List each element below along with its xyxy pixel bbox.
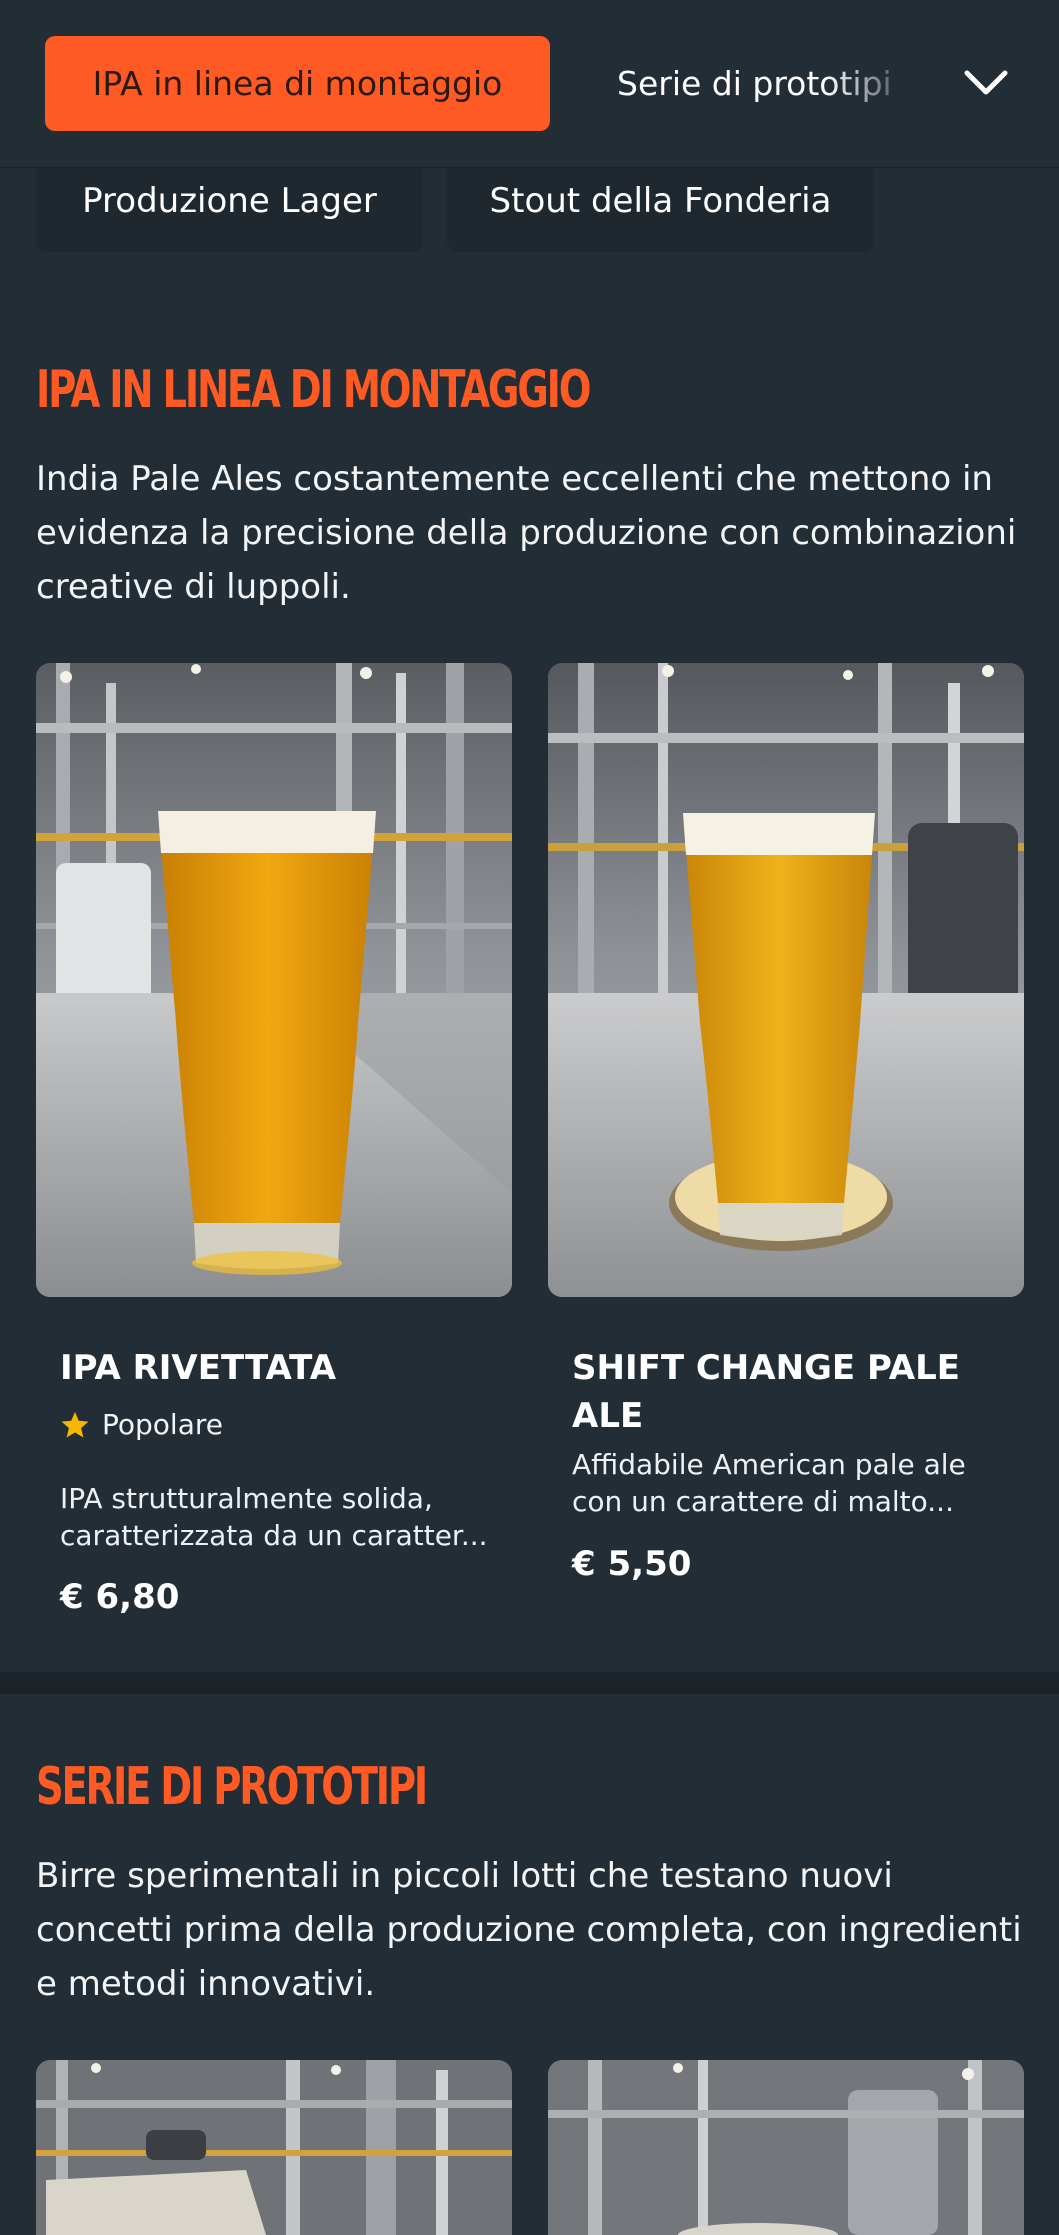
product-image[interactable] [548, 2060, 1024, 2235]
product-image-shift-change-pale-ale[interactable] [548, 663, 1024, 1297]
category-nav-bar: IPA in linea di montaggio Serie di proto… [0, 0, 1059, 168]
product-price: € 6,80 [60, 1577, 180, 1617]
product-name[interactable]: IPA RIVETTATA [60, 1344, 480, 1392]
tab-label: Serie di prototipi [617, 64, 892, 103]
product-description: IPA strutturalmente solida, caratterizza… [60, 1482, 488, 1552]
section-description: India Pale Ales costantemente eccellenti… [36, 459, 1017, 607]
product-name[interactable]: SHIFT CHANGE PALE ALE [572, 1344, 992, 1440]
section-divider [0, 1672, 1059, 1694]
section-description: Birre sperimentali in piccoli lotti che … [36, 1856, 1022, 2004]
tab-ipa-assembly-line[interactable]: IPA in linea di montaggio [45, 36, 550, 131]
product-image-ipa-rivettata[interactable] [36, 663, 512, 1297]
product-price: € 5,50 [572, 1544, 692, 1584]
chip-label: Produzione Lager [82, 181, 377, 221]
section-title: SERIE DI PROTOTIPI [36, 1757, 428, 1817]
tab-prototype-series[interactable]: Serie di prototipi [617, 36, 917, 131]
menu-page: IPA in linea di montaggio Serie di proto… [0, 0, 1059, 2235]
product-image[interactable] [36, 2060, 512, 2235]
tab-label: IPA in linea di montaggio [92, 64, 503, 103]
chevron-down-icon[interactable] [958, 58, 1014, 108]
popular-badge: Popolare [60, 1408, 223, 1441]
star-icon [61, 1411, 89, 1437]
product-description: Affidabile American pale ale con un cara… [572, 1448, 966, 1518]
badge-label: Popolare [102, 1408, 223, 1441]
chip-label: Stout della Fonderia [489, 181, 832, 221]
section-title: IPA IN LINEA DI MONTAGGIO [36, 360, 591, 420]
